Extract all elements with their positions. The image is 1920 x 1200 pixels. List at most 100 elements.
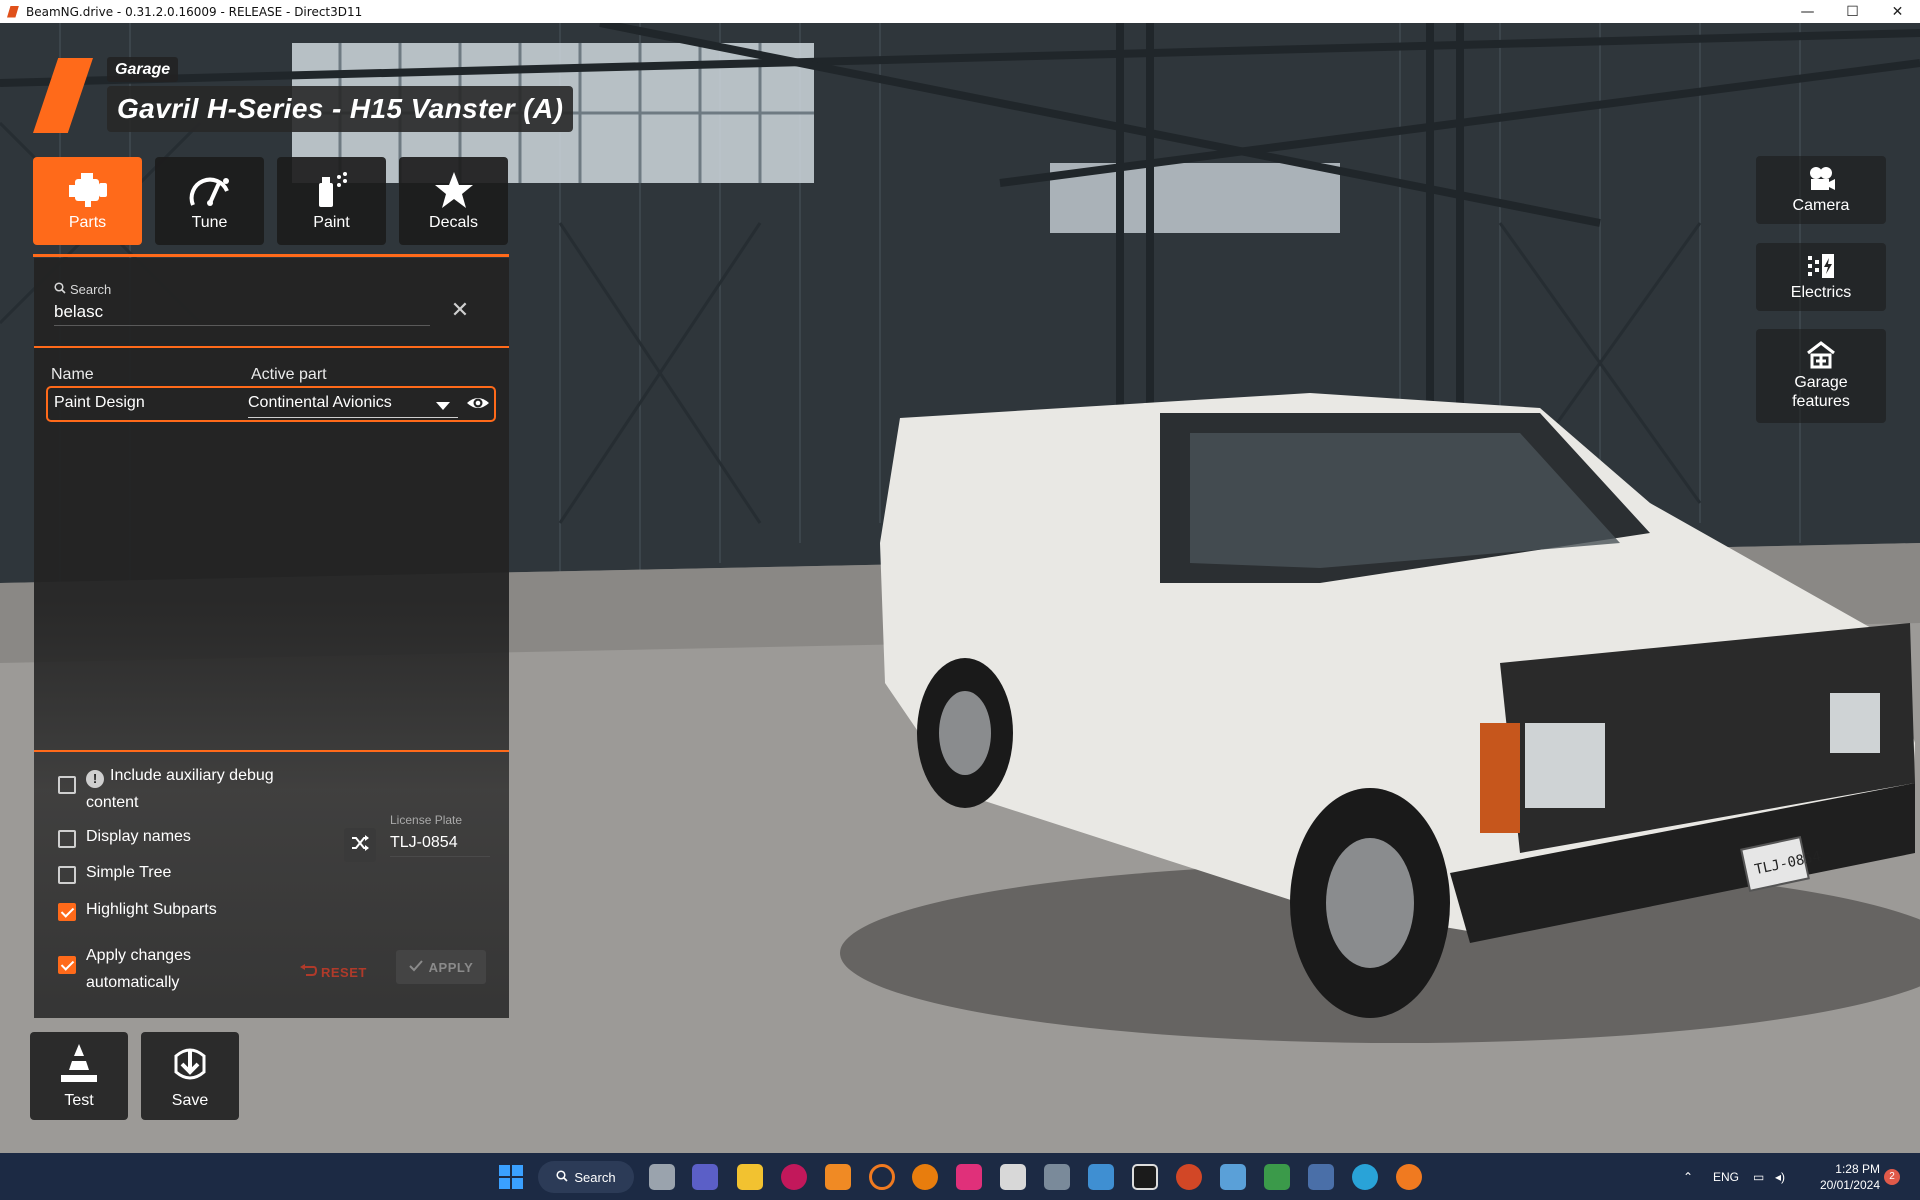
task-view-icon[interactable] xyxy=(649,1164,675,1190)
option-apply-auto[interactable]: Apply changes automatically xyxy=(58,942,208,996)
simple-tree-checkbox[interactable] xyxy=(58,866,76,884)
garage-features-label: Garage features xyxy=(1792,374,1850,410)
apply-auto-checkbox[interactable] xyxy=(58,956,76,974)
simple-tree-label: Simple Tree xyxy=(86,864,172,881)
traffic-cone-icon xyxy=(57,1042,101,1086)
option-aux-debug[interactable]: ! Include auxiliary debug content xyxy=(58,762,318,816)
taskbar-clock[interactable]: 1:28 PM 20/01/2024 xyxy=(1800,1161,1880,1193)
active-part-dropdown[interactable]: Continental Avionics xyxy=(248,394,458,418)
warning-icon: ! xyxy=(86,770,104,788)
spreadsheet-icon[interactable] xyxy=(1264,1164,1290,1190)
photos-icon[interactable] xyxy=(1220,1164,1246,1190)
search-input[interactable] xyxy=(54,298,430,326)
search-divider xyxy=(34,346,509,348)
chevron-down-icon xyxy=(436,402,450,410)
test-label: Test xyxy=(64,1092,94,1109)
volume-icon[interactable]: ◂) xyxy=(1775,1153,1785,1200)
search-icon xyxy=(54,282,66,297)
tray-chevron-icon[interactable]: ⌃ xyxy=(1683,1153,1693,1200)
windows-start-icon[interactable] xyxy=(498,1164,524,1190)
save-download-icon xyxy=(168,1042,212,1086)
option-display-names[interactable]: Display names xyxy=(58,828,191,848)
calculator-icon[interactable] xyxy=(1044,1164,1070,1190)
shuffle-icon xyxy=(351,834,369,857)
electrics-icon xyxy=(1806,252,1836,280)
save-label: Save xyxy=(171,1092,209,1109)
clock-date: 20/01/2024 xyxy=(1819,1178,1880,1192)
search-clear-button[interactable]: ✕ xyxy=(450,299,470,321)
star-icon xyxy=(431,170,477,210)
tab-paint-label: Paint xyxy=(313,214,350,231)
license-plate-input[interactable]: TLJ-0854 xyxy=(390,834,490,857)
reset-label: RESET xyxy=(321,964,367,980)
save-button[interactable]: Save xyxy=(141,1032,239,1120)
network-icon[interactable]: ▭ xyxy=(1753,1153,1764,1200)
undo-icon xyxy=(299,963,318,981)
apply-button[interactable]: APPLY xyxy=(396,950,486,984)
chat-icon[interactable] xyxy=(692,1164,718,1190)
camera-icon xyxy=(1806,165,1836,193)
parts-panel: Search ✕ Name Active part Paint Design C… xyxy=(34,258,509,1018)
minimize-button[interactable]: — xyxy=(1785,0,1830,23)
notepad-icon[interactable] xyxy=(1088,1164,1114,1190)
search-label: Search xyxy=(54,282,111,297)
tab-parts-label: Parts xyxy=(68,214,107,231)
highlight-subparts-checkbox[interactable] xyxy=(58,903,76,921)
breadcrumb[interactable]: Garage xyxy=(107,57,179,82)
blender-icon[interactable] xyxy=(912,1164,938,1190)
tab-decals[interactable]: Decals xyxy=(399,157,508,245)
notification-badge[interactable]: 2 xyxy=(1884,1169,1900,1185)
capcut-icon[interactable] xyxy=(1132,1164,1158,1190)
taskbar-search-icon xyxy=(556,1169,568,1185)
beamng-taskbar-icon[interactable] xyxy=(1396,1164,1422,1190)
aux-debug-checkbox[interactable] xyxy=(58,776,76,794)
electrics-button[interactable]: Electrics xyxy=(1756,243,1886,311)
search-box: Search ✕ xyxy=(54,278,469,328)
language-indicator[interactable]: ENG xyxy=(1713,1153,1739,1200)
window-titlebar: BeamNG.drive - 0.31.2.0.16009 - RELEASE … xyxy=(0,0,1920,23)
highlight-subparts-label: Highlight Subparts xyxy=(86,901,217,918)
eye-icon[interactable] xyxy=(466,393,490,413)
table-row[interactable]: Paint Design Continental Avionics xyxy=(46,386,496,422)
taskbar-search-button[interactable]: Search xyxy=(538,1161,634,1193)
column-header-name[interactable]: Name xyxy=(51,366,94,384)
close-window-button[interactable]: ✕ xyxy=(1875,0,1920,23)
column-header-active-part[interactable]: Active part xyxy=(251,366,327,384)
maximize-button[interactable]: ☐ xyxy=(1830,0,1875,23)
gauge-icon xyxy=(187,170,233,210)
camera-button[interactable]: Camera xyxy=(1756,156,1886,224)
window-title: BeamNG.drive - 0.31.2.0.16009 - RELEASE … xyxy=(26,4,363,19)
display-names-checkbox[interactable] xyxy=(58,830,76,848)
part-name: Paint Design xyxy=(54,394,145,411)
display-names-label: Display names xyxy=(86,828,191,845)
active-part-value: Continental Avionics xyxy=(248,394,392,411)
clock-time: 1:28 PM xyxy=(1835,1162,1880,1176)
reset-button[interactable]: RESET xyxy=(299,958,379,986)
apply-auto-label: Apply changes automatically xyxy=(86,947,191,991)
apply-label: APPLY xyxy=(428,959,474,975)
tab-tune[interactable]: Tune xyxy=(155,157,264,245)
paint-app-icon[interactable] xyxy=(1308,1164,1334,1190)
snipping-tool-icon[interactable] xyxy=(1000,1164,1026,1190)
garage-icon xyxy=(1806,341,1836,369)
test-button[interactable]: Test xyxy=(30,1032,128,1120)
file-explorer-icon[interactable] xyxy=(737,1164,763,1190)
camera-label: Camera xyxy=(1792,197,1850,214)
clipchamp-icon[interactable] xyxy=(956,1164,982,1190)
garage-features-button[interactable]: Garage features xyxy=(1756,329,1886,423)
windows-taskbar: Search ⌃ ENG ▭ ◂) 1:28 PM 20/01/2024 2 xyxy=(0,1153,1920,1200)
tab-paint[interactable]: Paint xyxy=(277,157,386,245)
opera-icon[interactable] xyxy=(781,1164,807,1190)
app-icon-orange[interactable] xyxy=(825,1164,851,1190)
electrics-label: Electrics xyxy=(1790,284,1852,301)
tab-underline xyxy=(33,254,509,257)
share-icon[interactable] xyxy=(869,1164,895,1190)
aux-debug-label: Include auxiliary debug content xyxy=(86,767,274,811)
randomize-plate-button[interactable] xyxy=(344,828,376,862)
beamng-app-icon xyxy=(6,5,20,19)
option-simple-tree[interactable]: Simple Tree xyxy=(58,864,171,884)
powerpoint-icon[interactable] xyxy=(1176,1164,1202,1190)
browser-globe-icon[interactable] xyxy=(1352,1164,1378,1190)
tab-parts[interactable]: Parts xyxy=(33,157,142,245)
option-highlight-subparts[interactable]: Highlight Subparts xyxy=(58,901,217,921)
